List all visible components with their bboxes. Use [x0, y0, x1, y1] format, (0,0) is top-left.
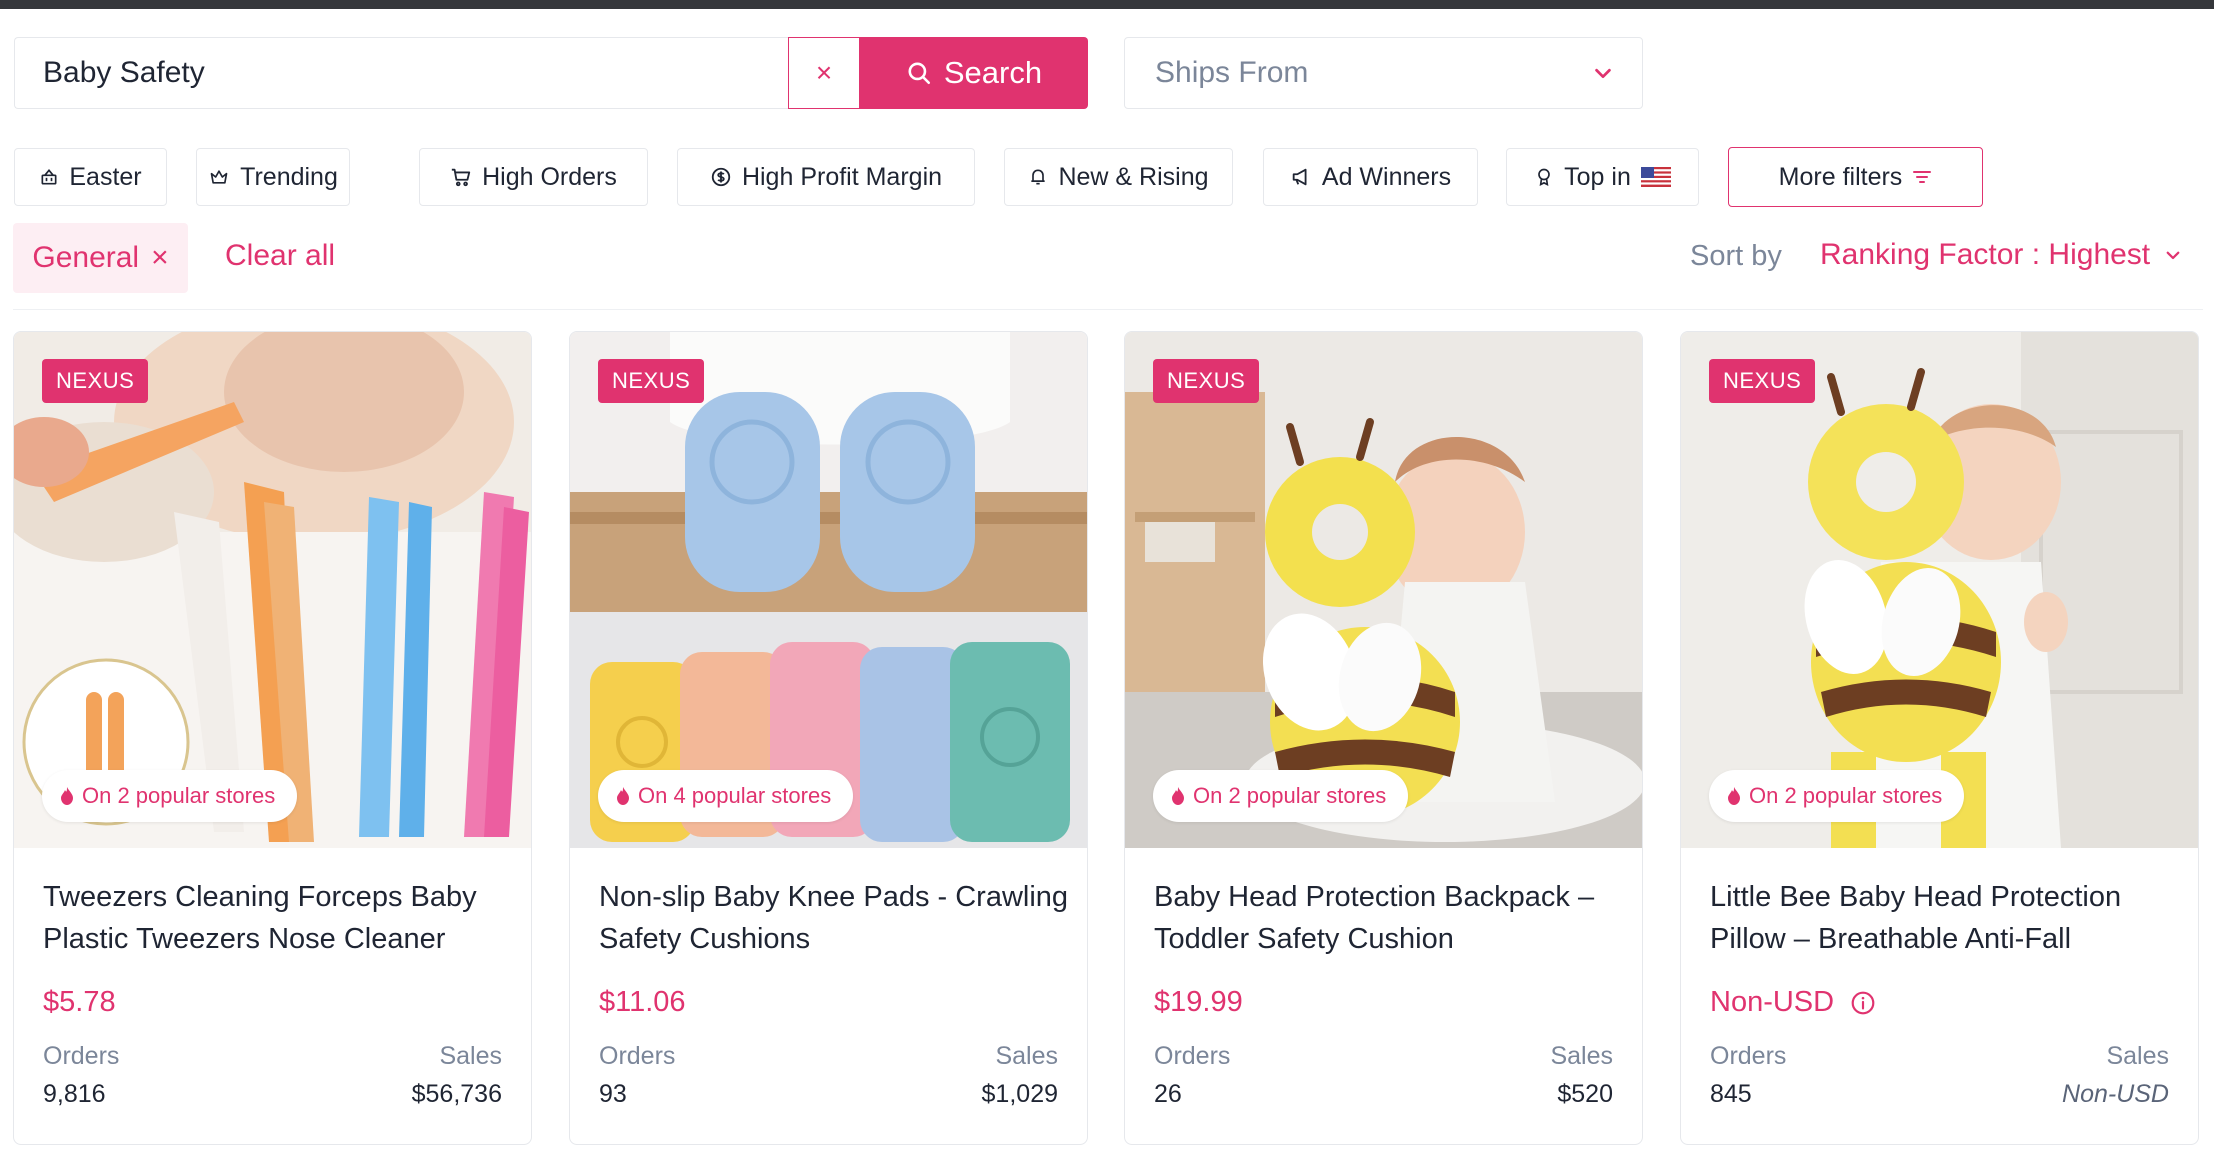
product-image: NEXUS On 2 popular stores [1125, 332, 1642, 848]
us-flag-icon [1640, 167, 1671, 187]
flame-icon [1728, 787, 1740, 805]
search-button-label: Search [943, 55, 1043, 90]
filter-label: Ad Winners [1321, 162, 1452, 191]
search-input[interactable]: Baby Safety [14, 37, 788, 109]
filter-label: Easter [69, 162, 142, 191]
price-value: $5.78 [43, 986, 116, 1018]
flame-icon [617, 787, 629, 805]
nexus-badge: NEXUS [1709, 359, 1816, 403]
info-icon[interactable] [1850, 990, 1876, 1016]
filter-lines-icon [1913, 171, 1932, 183]
filter-label: Top in [1564, 162, 1631, 191]
orders-value: 9,816 [43, 1080, 106, 1108]
chevron-down-icon [1595, 68, 1611, 79]
orders-label: Orders [1710, 1042, 1787, 1070]
filter-easter[interactable]: Easter [14, 148, 167, 206]
filter-trending[interactable]: Trending [196, 148, 350, 206]
product-title[interactable]: Baby Head Protection Backpack – Toddler … [1154, 876, 1624, 960]
sort-value: Ranking Factor : Highest [1820, 238, 2151, 271]
product-card[interactable]: NEXUS On 2 popular stores Little Bee Bab… [1680, 331, 2199, 1145]
orders-label: Orders [599, 1042, 676, 1070]
orders-label: Orders [43, 1042, 120, 1070]
filter-label: High Orders [482, 162, 617, 191]
popular-stores-label: On 2 popular stores [1749, 783, 1943, 808]
active-filter-label: General [32, 241, 140, 274]
active-filter-general[interactable]: General × [13, 223, 188, 293]
product-price: Non-USD [1710, 986, 1876, 1019]
sales-value: $1,029 [981, 1080, 1058, 1108]
sales-value: $520 [1557, 1080, 1613, 1108]
product-card[interactable]: NEXUS On 2 popular stores Tweezers Clean… [13, 331, 532, 1145]
sales-label: Sales [439, 1042, 502, 1070]
sort-select[interactable]: Ranking Factor : Highest [1820, 238, 2182, 272]
close-icon: × [815, 57, 833, 88]
product-image: NEXUS On 2 popular stores [14, 332, 531, 848]
more-filters-button[interactable]: More filters [1728, 147, 1983, 207]
clear-search-button[interactable]: × [788, 37, 860, 109]
close-icon[interactable]: × [151, 241, 169, 275]
product-price: $5.78 [43, 986, 116, 1019]
sales-label: Sales [995, 1042, 1058, 1070]
orders-label: Orders [1154, 1042, 1231, 1070]
flame-icon [61, 787, 73, 805]
filter-label: More filters [1778, 162, 1903, 191]
search-button[interactable]: Search [860, 37, 1088, 109]
filter-high-orders[interactable]: High Orders [419, 148, 648, 206]
crown-icon [210, 170, 228, 184]
sales-value: Non-USD [2062, 1080, 2169, 1108]
orders-value: 26 [1154, 1080, 1182, 1108]
filter-label: New & Rising [1058, 162, 1209, 191]
popular-stores-label: On 2 popular stores [82, 783, 276, 808]
search-input-value: Baby Safety [43, 56, 205, 89]
coin-icon [711, 167, 731, 187]
popular-stores-label: On 4 popular stores [638, 783, 832, 808]
ships-from-placeholder: Ships From [1155, 56, 1309, 89]
sales-label: Sales [2106, 1042, 2169, 1070]
popular-stores-badge: On 2 popular stores [1709, 770, 1965, 822]
basket-icon [41, 169, 57, 185]
divider [13, 309, 2203, 310]
sales-value: $56,736 [411, 1080, 502, 1108]
popular-stores-label: On 2 popular stores [1193, 783, 1387, 808]
popular-stores-badge: On 2 popular stores [42, 770, 298, 822]
orders-value: 845 [1710, 1080, 1752, 1108]
popular-stores-badge: On 4 popular stores [598, 770, 854, 822]
sort-label: Sort by [1690, 240, 1782, 272]
top-bar [0, 0, 2214, 9]
price-value: Non-USD [1710, 986, 1835, 1018]
chevron-down-icon [2166, 251, 2180, 260]
sales-label: Sales [1550, 1042, 1613, 1070]
popular-stores-badge: On 2 popular stores [1153, 770, 1409, 822]
filter-top-in[interactable]: Top in [1506, 148, 1699, 206]
product-card[interactable]: NEXUS On 4 popular stores Non-slip Baby … [569, 331, 1088, 1145]
product-image: NEXUS On 4 popular stores [570, 332, 1087, 848]
product-price: $11.06 [599, 986, 686, 1019]
clear-all-link[interactable]: Clear all [225, 239, 335, 273]
ships-from-select[interactable]: Ships From [1124, 37, 1643, 109]
filter-ad-winners[interactable]: Ad Winners [1263, 148, 1478, 206]
orders-value: 93 [599, 1080, 627, 1108]
cart-icon [451, 168, 471, 187]
product-title[interactable]: Non-slip Baby Knee Pads - Crawling Safet… [599, 876, 1069, 960]
filter-new-rising[interactable]: New & Rising [1004, 148, 1233, 206]
search-icon [908, 62, 930, 85]
nexus-badge: NEXUS [598, 359, 705, 403]
product-image: NEXUS On 2 popular stores [1681, 332, 2198, 848]
nexus-badge: NEXUS [42, 359, 149, 403]
megaphone-icon [1292, 168, 1307, 186]
price-value: $19.99 [1154, 986, 1243, 1018]
bell-icon [1031, 169, 1046, 185]
product-price: $19.99 [1154, 986, 1243, 1019]
product-title[interactable]: Tweezers Cleaning Forceps Baby Plastic T… [43, 876, 513, 960]
filter-high-profit-margin[interactable]: High Profit Margin [677, 148, 975, 206]
nexus-badge: NEXUS [1153, 359, 1260, 403]
price-value: $11.06 [599, 986, 686, 1018]
product-title[interactable]: Little Bee Baby Head Protection Pillow –… [1710, 876, 2180, 960]
product-card[interactable]: NEXUS On 2 popular stores Baby Head Prot… [1124, 331, 1643, 1145]
award-icon [1538, 168, 1550, 186]
filter-label: High Profit Margin [741, 162, 943, 191]
filter-label: Trending [240, 162, 338, 191]
flame-icon [1172, 787, 1184, 805]
